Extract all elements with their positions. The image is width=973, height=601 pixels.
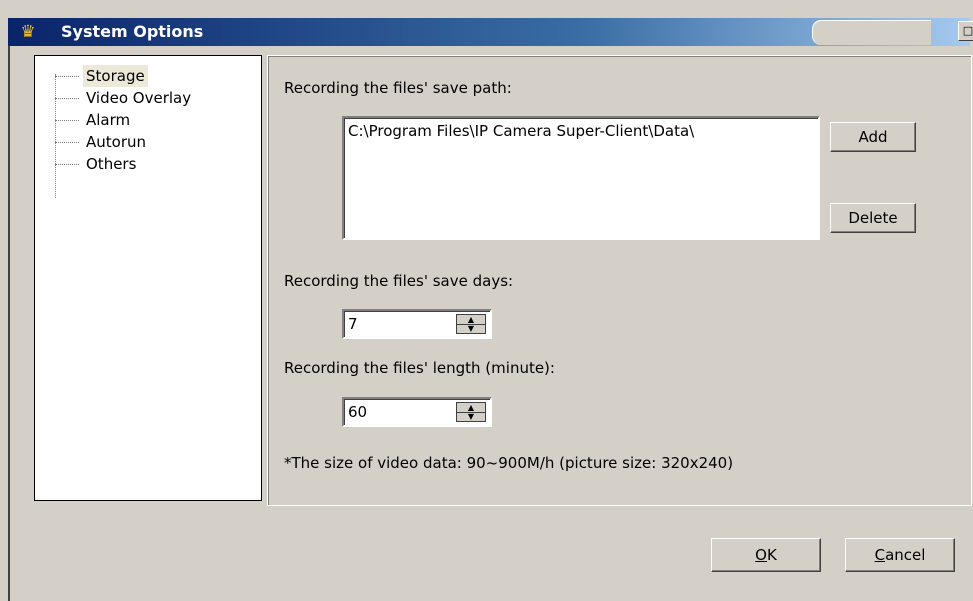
video-size-note: *The size of video data: 90~900M/h (pict… [284,454,734,472]
app-icon: ♛ [20,22,36,42]
spin-down-icon[interactable]: ▼ [457,412,485,421]
ok-mnemonic: O [755,546,767,564]
delete-button[interactable]: Delete [830,203,916,233]
tree-connector [55,74,56,198]
tree-item-label: Others [86,155,137,173]
length-value: 60 [348,403,368,421]
tree-branch [55,142,79,143]
list-item[interactable]: C:\Program Files\IP Camera Super-Client\… [348,122,694,140]
length-spin-buttons[interactable]: ▲ ▼ [456,402,486,422]
maximize-button[interactable]: □ [958,21,973,41]
cancel-button[interactable]: Cancel [845,538,955,572]
maximize-icon: □ [962,24,973,37]
spin-down-icon[interactable]: ▼ [457,324,485,333]
save-path-label: Recording the files' save path: [284,79,512,97]
tree-item-label: Storage [83,65,148,87]
save-days-stepper[interactable]: 7 ▲ ▼ [342,309,492,339]
save-days-spin-buttons[interactable]: ▲ ▼ [456,314,486,334]
tree-item-label: Alarm [86,111,131,129]
ok-button[interactable]: OK [711,538,821,572]
options-tree: Storage Video Overlay Alarm Autorun Othe… [34,55,262,501]
save-days-label: Recording the files' save days: [284,272,514,290]
title-bar-slot [812,20,931,45]
title-bar: ♛ System Options □ [8,18,973,46]
length-stepper[interactable]: 60 ▲ ▼ [342,397,492,427]
save-days-value: 7 [348,315,358,333]
window-title: System Options [61,22,204,41]
tree-branch [55,98,79,99]
cancel-mnemonic: C [874,546,886,564]
ok-label: K [766,546,777,564]
save-path-list[interactable]: C:\Program Files\IP Camera Super-Client\… [342,116,820,240]
tree-item-label: Video Overlay [86,89,192,107]
cancel-label: ancel [885,546,926,564]
tree-item-label: Autorun [86,133,147,151]
tree-branch [55,120,79,121]
length-label: Recording the files' length (minute): [284,359,555,377]
add-button[interactable]: Add [830,122,916,152]
tree-branch [55,76,79,77]
tree-branch [55,164,79,165]
